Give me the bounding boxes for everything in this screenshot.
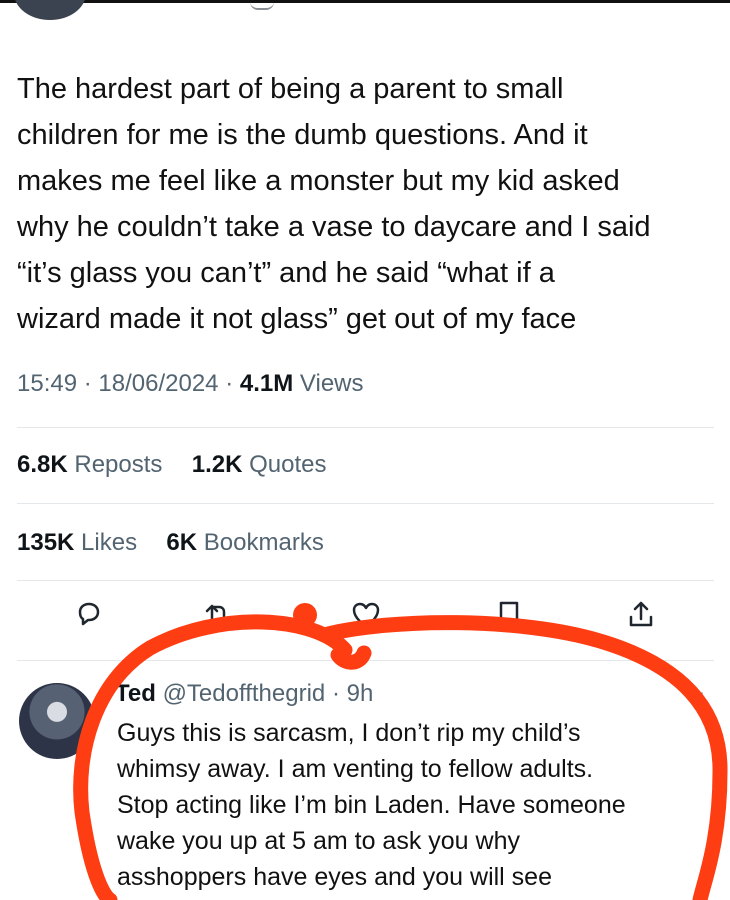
tweet-time[interactable]: 15:49 (17, 370, 77, 397)
reply-header: Ted @Tedoffthegrid · 9h (115, 680, 373, 708)
divider (17, 427, 714, 428)
views-label: Views (299, 370, 364, 397)
reposts-count: 6.8K (17, 451, 68, 478)
author-name-fragment (250, 0, 274, 10)
reply-separator: · (331, 680, 347, 707)
more-options-icon[interactable]: ··· (683, 682, 706, 705)
bookmarks-link[interactable]: 6K Bookmarks (166, 529, 323, 556)
bookmark-icon[interactable] (492, 598, 526, 632)
tweet-line: children for me is the dumb questions. A… (17, 119, 588, 151)
author-avatar-cropped[interactable] (14, 0, 86, 20)
tweet-date[interactable]: 18/06/2024 (98, 370, 218, 397)
meta-separator: · (225, 370, 240, 397)
repost-stats-row: 6.8K Reposts 1.2K Quotes (17, 451, 327, 479)
divider (17, 660, 714, 661)
like-icon[interactable] (349, 598, 383, 632)
reply-author-handle[interactable]: @Tedoffthegrid (163, 680, 326, 707)
reposts-link[interactable]: 6.8K Reposts (17, 451, 169, 478)
reposts-label: Reposts (74, 451, 163, 478)
reply-line: wake you up at 5 am to ask you why (117, 827, 520, 855)
tweet-line: why he couldn’t take a vase to daycare a… (17, 211, 651, 243)
reply-line: whimsy away. I am venting to fellow adul… (117, 755, 594, 783)
reply-avatar[interactable] (19, 683, 95, 759)
quotes-count: 1.2K (191, 451, 243, 478)
views-count: 4.1M (239, 370, 294, 397)
reply-text: Guys this is sarcasm, I don’t rip my chi… (117, 715, 697, 895)
reply-line: Stop acting like I’m bin Laden. Have som… (117, 791, 626, 819)
reply-time[interactable]: 9h (347, 680, 374, 707)
tweet-line: makes me feel like a monster but my kid … (17, 165, 620, 197)
likes-label: Likes (81, 529, 138, 556)
engagement-stats-row: 135K Likes 6K Bookmarks (17, 529, 324, 557)
likes-link[interactable]: 135K Likes (17, 529, 144, 556)
divider (17, 580, 714, 581)
tweet-metadata: 15:49 · 18/06/2024 · 4.1M Views (17, 370, 364, 398)
reply-icon[interactable] (72, 598, 106, 632)
reply-author-name[interactable]: Ted (115, 680, 156, 707)
reply-line: asshoppers have eyes and you will see (117, 863, 552, 891)
divider (17, 503, 714, 504)
tweet-text: The hardest part of being a parent to sm… (17, 66, 722, 342)
share-icon[interactable] (624, 598, 658, 632)
tweet-line: “it’s glass you can’t” and he said “what… (17, 257, 555, 289)
bookmarks-label: Bookmarks (203, 529, 324, 556)
bookmarks-count: 6K (166, 529, 198, 556)
likes-count: 135K (17, 529, 75, 556)
quotes-label: Quotes (249, 451, 327, 478)
repost-icon[interactable] (201, 598, 235, 632)
tweet-line: wizard made it not glass” get out of my … (17, 303, 577, 335)
reply-line: Guys this is sarcasm, I don’t rip my chi… (117, 719, 581, 747)
meta-separator: · (83, 370, 99, 397)
top-edge-bar (0, 0, 730, 3)
tweet-line: The hardest part of being a parent to sm… (17, 73, 564, 105)
quotes-link[interactable]: 1.2K Quotes (192, 451, 327, 478)
tweet-action-bar (0, 598, 730, 648)
